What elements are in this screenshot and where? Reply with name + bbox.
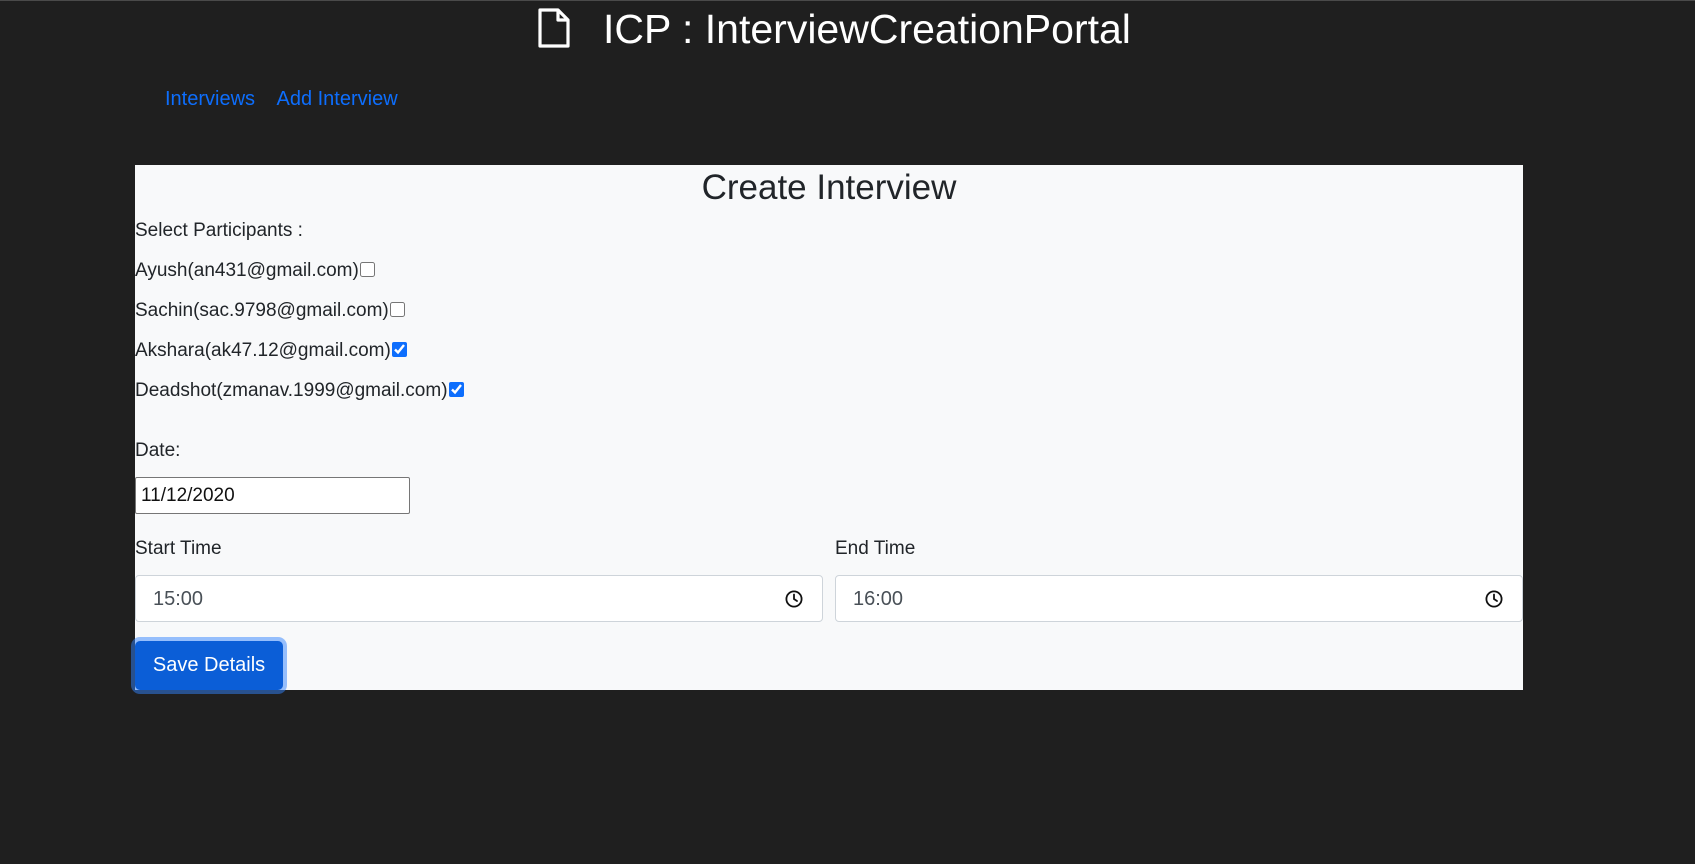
participant-ayush[interactable]: Ayush(an431@gmail.com) xyxy=(135,259,375,283)
participant-akshara[interactable]: Akshara(ak47.12@gmail.com) xyxy=(135,339,407,363)
date-label: Date: xyxy=(135,440,181,461)
start-time-value: 15:00 xyxy=(153,588,204,610)
nav-link-interviews[interactable]: Interviews xyxy=(165,86,255,112)
app-header: ICP : InterviewCreationPortal xyxy=(0,0,1695,58)
file-icon xyxy=(538,8,570,48)
main-nav: Interviews Add Interview xyxy=(165,86,415,112)
participant-label: Akshara(ak47.12@gmail.com) xyxy=(135,340,391,361)
end-time-label: End Time xyxy=(835,538,916,559)
participant-checkbox-ayush[interactable] xyxy=(359,261,375,277)
participant-label: Deadshot(zmanav.1999@gmail.com) xyxy=(135,380,448,401)
start-time-label: Start Time xyxy=(135,538,222,559)
date-input[interactable] xyxy=(135,477,410,514)
start-time-input[interactable]: 15:00 xyxy=(135,575,823,622)
nav-link-add-interview[interactable]: Add Interview xyxy=(276,86,397,112)
participant-checkbox-deadshot[interactable] xyxy=(448,381,464,397)
clock-icon[interactable] xyxy=(1485,590,1503,608)
app-title: ICP : InterviewCreationPortal xyxy=(603,6,1131,52)
end-time-value: 16:00 xyxy=(853,588,904,610)
participants-label: Select Participants : xyxy=(135,220,303,241)
participant-checkbox-sachin[interactable] xyxy=(389,301,405,317)
participant-label: Ayush(an431@gmail.com) xyxy=(135,260,359,281)
participant-sachin[interactable]: Sachin(sac.9798@gmail.com) xyxy=(135,299,405,323)
participant-checkbox-akshara[interactable] xyxy=(391,341,407,357)
create-interview-form: Create Interview Select Participants : A… xyxy=(135,165,1523,690)
clock-icon[interactable] xyxy=(785,590,803,608)
end-time-input[interactable]: 16:00 xyxy=(835,575,1523,622)
save-details-button[interactable]: Save Details xyxy=(135,641,283,690)
form-title: Create Interview xyxy=(701,168,957,207)
participant-deadshot[interactable]: Deadshot(zmanav.1999@gmail.com) xyxy=(135,379,464,403)
participant-label: Sachin(sac.9798@gmail.com) xyxy=(135,300,389,321)
